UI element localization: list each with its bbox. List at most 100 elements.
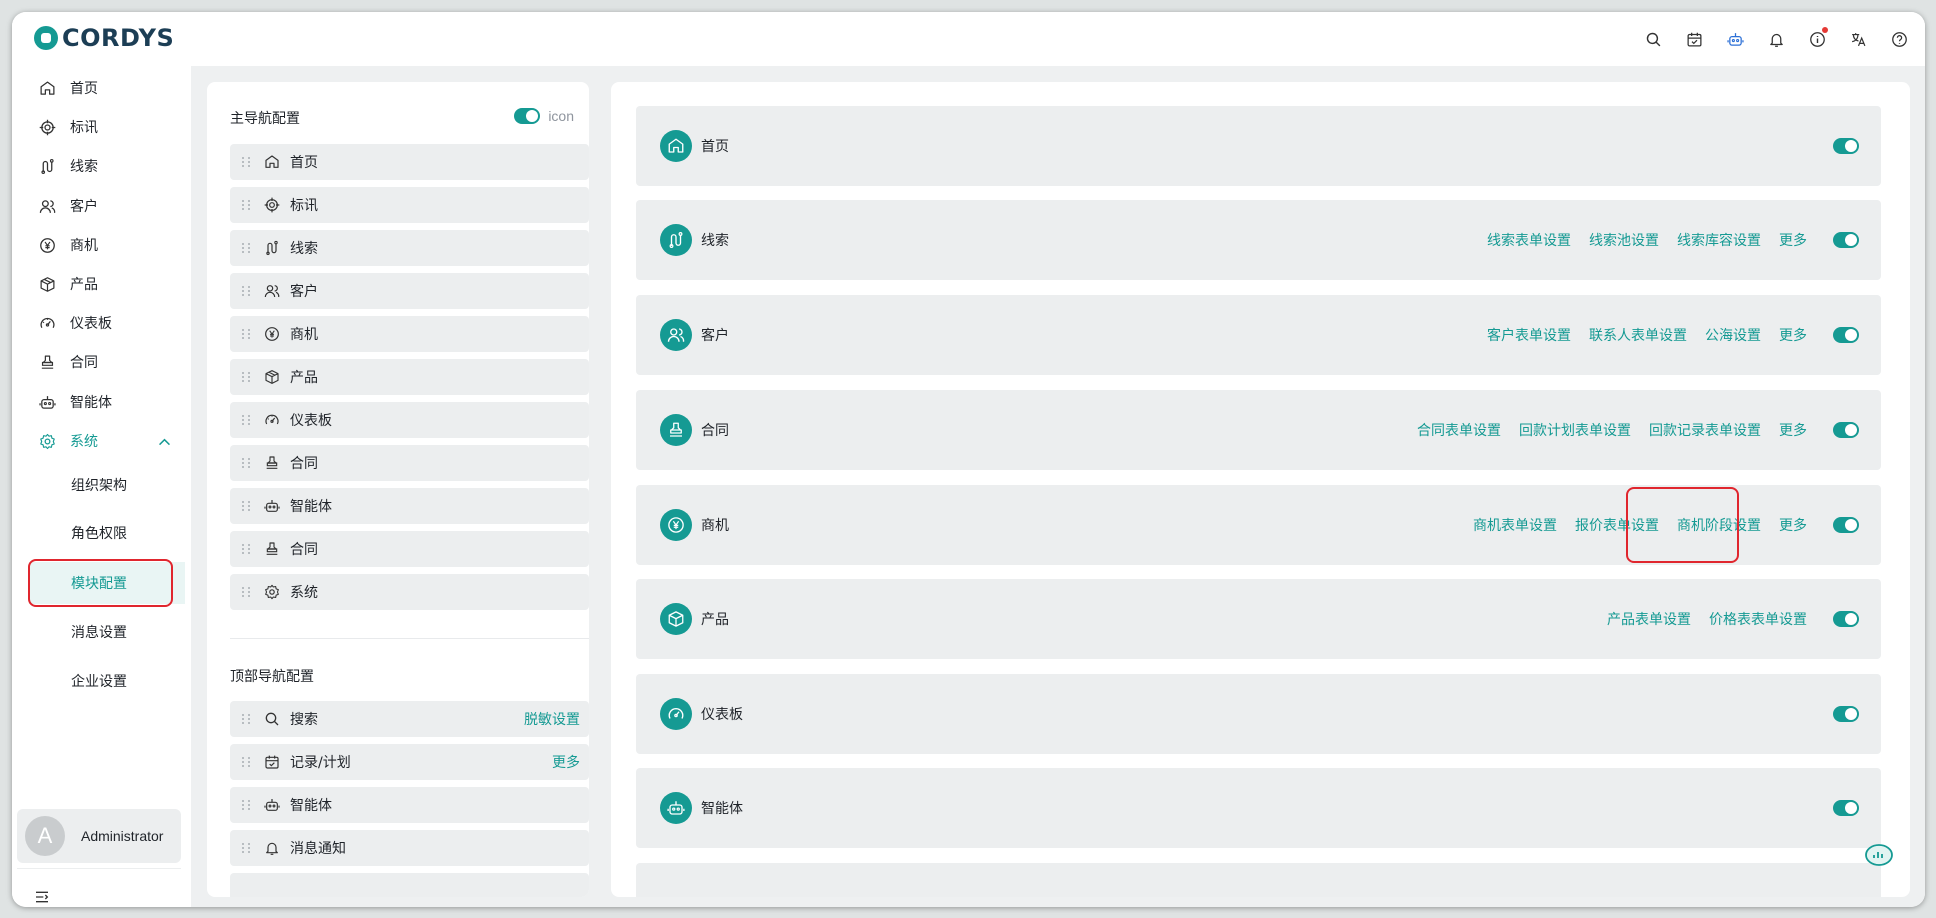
module-toggle-agents[interactable] <box>1833 800 1859 816</box>
price-table-form-settings-link[interactable]: 价格表表单设置 <box>1709 609 1807 629</box>
desensitization-settings-link[interactable]: 脱敏设置 <box>524 709 580 729</box>
main-nav-row-system[interactable]: 系统 <box>230 574 589 610</box>
payment-plan-form-settings-link[interactable]: 回款计划表单设置 <box>1519 420 1631 440</box>
top-nav-row-notifications[interactable]: 消息通知 <box>230 830 589 866</box>
sidebar-item-system[interactable]: 系统 <box>23 421 183 461</box>
sidebar-subitem-module-config[interactable]: 模块配置 <box>29 562 185 604</box>
collapse-sidebar-icon[interactable] <box>34 889 50 905</box>
info-icon[interactable] <box>1805 27 1829 51</box>
sidebar-item-dashboard[interactable]: 仪表板 <box>23 303 183 343</box>
main-nav-row-leads[interactable]: 线索 <box>230 230 589 266</box>
module-toggle-customers[interactable] <box>1833 327 1859 343</box>
main-content: 主导航配置 icon 首页 标讯 线索 客户 商机 产品 仪表板 合同 智能体 … <box>191 66 1925 907</box>
sidebar-item-contracts[interactable]: 合同 <box>23 342 183 382</box>
sidebar-item-bids[interactable]: 标讯 <box>23 107 183 147</box>
main-nav-row-opportunities[interactable]: 商机 <box>230 316 589 352</box>
drag-handle-icon[interactable] <box>242 413 252 427</box>
main-nav-row-contracts[interactable]: 合同 <box>230 445 589 481</box>
leads-pool-settings-link[interactable]: 线索池设置 <box>1589 230 1659 250</box>
drag-handle-icon[interactable] <box>242 841 252 855</box>
module-toggle-opportunities[interactable] <box>1833 517 1859 533</box>
module-card-opportunities: 商机 商机表单设置 报价表单设置 商机阶段设置 更多 <box>636 485 1881 565</box>
robot-icon[interactable] <box>1723 27 1747 51</box>
app-logo[interactable]: CORDYS <box>34 24 174 52</box>
opportunity-form-settings-link[interactable]: 商机表单设置 <box>1473 515 1557 535</box>
icon-toggle-switch[interactable] <box>514 108 541 124</box>
drag-handle-icon[interactable] <box>242 284 252 298</box>
drag-handle-icon[interactable] <box>242 198 252 212</box>
sidebar-item-home[interactable]: 首页 <box>23 68 183 108</box>
drag-handle-icon[interactable] <box>242 241 252 255</box>
records-more-link[interactable]: 更多 <box>552 752 580 772</box>
sidebar-item-agents[interactable]: 智能体 <box>23 382 183 422</box>
sidebar-subitem-organization[interactable]: 组织架构 <box>29 464 185 506</box>
drag-handle-icon[interactable] <box>242 542 252 556</box>
module-toggle-leads[interactable] <box>1833 232 1859 248</box>
bell-icon[interactable] <box>1764 27 1788 51</box>
sidebar-divider <box>17 868 181 869</box>
drag-handle-icon[interactable] <box>242 585 252 599</box>
main-nav-row-dashboard[interactable]: 仪表板 <box>230 402 589 438</box>
module-toggle-home[interactable] <box>1833 138 1859 154</box>
module-links-leads: 线索表单设置 线索池设置 线索库容设置 更多 <box>1487 230 1807 250</box>
top-nav-row-search[interactable]: 搜索 脱敏设置 <box>230 701 589 737</box>
drag-handle-icon[interactable] <box>242 755 252 769</box>
top-nav-row-records[interactable]: 记录/计划 更多 <box>230 744 589 780</box>
box-icon <box>660 603 692 635</box>
top-nav-row-agents[interactable]: 智能体 <box>230 787 589 823</box>
module-toggle-dashboard[interactable] <box>1833 706 1859 722</box>
public-pool-settings-link[interactable]: 公海设置 <box>1705 325 1761 345</box>
sidebar-subitem-roles[interactable]: 角色权限 <box>29 512 185 554</box>
search-icon[interactable] <box>1641 27 1665 51</box>
contract-form-settings-link[interactable]: 合同表单设置 <box>1417 420 1501 440</box>
translate-icon[interactable] <box>1846 27 1870 51</box>
module-links-opportunities: 商机表单设置 报价表单设置 商机阶段设置 更多 <box>1473 515 1807 535</box>
main-nav-row-products[interactable]: 产品 <box>230 359 589 395</box>
drag-handle-icon[interactable] <box>242 456 252 470</box>
drag-handle-icon[interactable] <box>242 712 252 726</box>
opportunities-more-link[interactable]: 更多 <box>1779 515 1807 535</box>
users-icon <box>660 319 692 351</box>
sidebar-item-opportunities[interactable]: 商机 <box>23 225 183 265</box>
help-icon[interactable] <box>1887 27 1911 51</box>
drag-handle-icon[interactable] <box>242 370 252 384</box>
customers-more-link[interactable]: 更多 <box>1779 325 1807 345</box>
sidebar-item-customers[interactable]: 客户 <box>23 186 183 226</box>
sidebar-item-products[interactable]: 产品 <box>23 264 183 304</box>
product-form-settings-link[interactable]: 产品表单设置 <box>1607 609 1691 629</box>
opportunity-stage-settings-link[interactable]: 商机阶段设置 <box>1677 515 1761 535</box>
customer-form-settings-link[interactable]: 客户表单设置 <box>1487 325 1571 345</box>
module-toggle-products[interactable] <box>1833 611 1859 627</box>
user-profile[interactable]: A Administrator <box>17 809 181 863</box>
drag-handle-icon[interactable] <box>242 155 252 169</box>
main-nav-row-contracts-2[interactable]: 合同 <box>230 531 589 567</box>
leads-more-link[interactable]: 更多 <box>1779 230 1807 250</box>
drag-handle-icon[interactable] <box>242 798 252 812</box>
main-nav-row-bids[interactable]: 标讯 <box>230 187 589 223</box>
leads-capacity-settings-link[interactable]: 线索库容设置 <box>1677 230 1761 250</box>
main-nav-row-home[interactable]: 首页 <box>230 144 589 180</box>
contact-form-settings-link[interactable]: 联系人表单设置 <box>1589 325 1687 345</box>
payment-record-form-settings-link[interactable]: 回款记录表单设置 <box>1649 420 1761 440</box>
leads-form-settings-link[interactable]: 线索表单设置 <box>1487 230 1571 250</box>
main-nav-row-customers[interactable]: 客户 <box>230 273 589 309</box>
chat-assistant-icon[interactable] <box>1864 843 1894 867</box>
gauge-icon <box>40 317 55 328</box>
bell-icon <box>266 842 278 855</box>
sidebar-item-leads[interactable]: 线索 <box>23 146 183 186</box>
drag-handle-icon[interactable] <box>242 499 252 513</box>
module-toggle-contracts[interactable] <box>1833 422 1859 438</box>
sidebar-subitem-enterprise-settings[interactable]: 企业设置 <box>29 660 185 702</box>
sidebar-subitem-message-settings[interactable]: 消息设置 <box>29 611 185 653</box>
robot-icon <box>264 798 280 811</box>
chevron-up-icon[interactable] <box>156 434 173 451</box>
robot-icon <box>39 394 56 409</box>
drag-handle-icon[interactable] <box>242 327 252 341</box>
module-card-agents: 智能体 <box>636 768 1881 848</box>
main-nav-row-agents[interactable]: 智能体 <box>230 488 589 524</box>
stamp-icon <box>266 456 278 469</box>
quote-form-settings-link[interactable]: 报价表单设置 <box>1575 515 1659 535</box>
contracts-more-link[interactable]: 更多 <box>1779 420 1807 440</box>
calendar-check-icon[interactable] <box>1682 27 1706 51</box>
route-icon <box>41 158 54 174</box>
